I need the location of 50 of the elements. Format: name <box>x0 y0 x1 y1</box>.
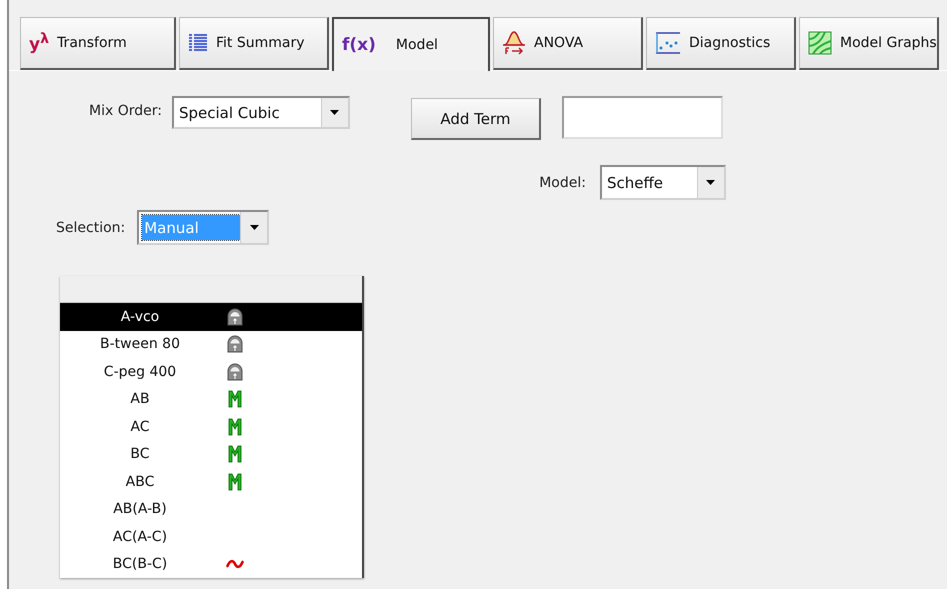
function-icon: f(x) <box>342 35 376 55</box>
tab[interactable]: Diagnostics <box>646 17 796 70</box>
add-term-button[interactable]: Add Term <box>410 98 541 140</box>
lock-icon <box>227 308 243 326</box>
term-name: AB <box>129 391 151 408</box>
dropdown-arrow-icon <box>330 110 340 115</box>
term-input-field[interactable] <box>562 96 723 139</box>
tab[interactable]: Fit Summary <box>179 17 329 70</box>
m-mark-icon <box>228 472 242 491</box>
mix-order-dropdown[interactable]: Special Cubic <box>172 96 350 129</box>
term-row[interactable]: AC <box>60 413 362 440</box>
term-row[interactable]: AB(A-B) <box>60 496 362 523</box>
model-label: Model: <box>539 174 586 190</box>
m-mark-icon <box>228 390 242 408</box>
dropdown-arrow-icon <box>250 225 259 230</box>
term-name: AB(A-B) <box>112 501 168 518</box>
term-name: A-vco <box>120 308 160 325</box>
term-name: AC(A-C) <box>112 528 168 545</box>
term-row[interactable]: AB <box>60 386 362 413</box>
lock-icon <box>227 335 243 354</box>
term-row[interactable]: C-peg 400 <box>60 358 362 386</box>
bell-curve-icon <box>502 30 526 56</box>
tab[interactable]: ANOVA <box>493 17 643 70</box>
contour-plot-icon <box>808 31 832 55</box>
mix-order-label: Mix Order: <box>89 103 162 119</box>
term-row[interactable]: B-tween 80 <box>60 330 362 358</box>
tab[interactable]: y$^{λ}$ Transform <box>20 17 176 70</box>
power-icon: y$^{λ}$ <box>29 31 50 55</box>
term-row[interactable]: BC(B-C) <box>60 550 362 578</box>
lock-icon <box>227 362 243 381</box>
term-name: BC(B-C) <box>112 556 168 572</box>
tab[interactable]: f(x) Model <box>332 17 490 71</box>
term-name: AC <box>129 418 151 435</box>
term-name: ABC <box>124 474 156 490</box>
term-row[interactable]: A-vco <box>60 303 362 330</box>
m-mark-icon <box>228 445 242 464</box>
list-icon <box>188 33 208 53</box>
m-mark-icon <box>228 418 242 436</box>
model-dropdown[interactable]: Scheffe <box>600 165 726 200</box>
dropdown-arrow-icon <box>706 180 716 185</box>
tilde-icon <box>226 559 244 570</box>
term-name: C-peg 400 <box>102 364 178 380</box>
scatter-plot-icon <box>655 31 681 55</box>
term-name: B-tween 80 <box>99 336 181 352</box>
tab[interactable]: Model Graphs <box>799 17 939 70</box>
term-row[interactable]: AC(A-C) <box>60 523 362 550</box>
selection-label: Selection: <box>56 220 126 236</box>
term-row[interactable]: BC <box>60 440 362 468</box>
term-row[interactable]: ABC <box>60 468 362 496</box>
term-name: BC <box>129 446 151 462</box>
